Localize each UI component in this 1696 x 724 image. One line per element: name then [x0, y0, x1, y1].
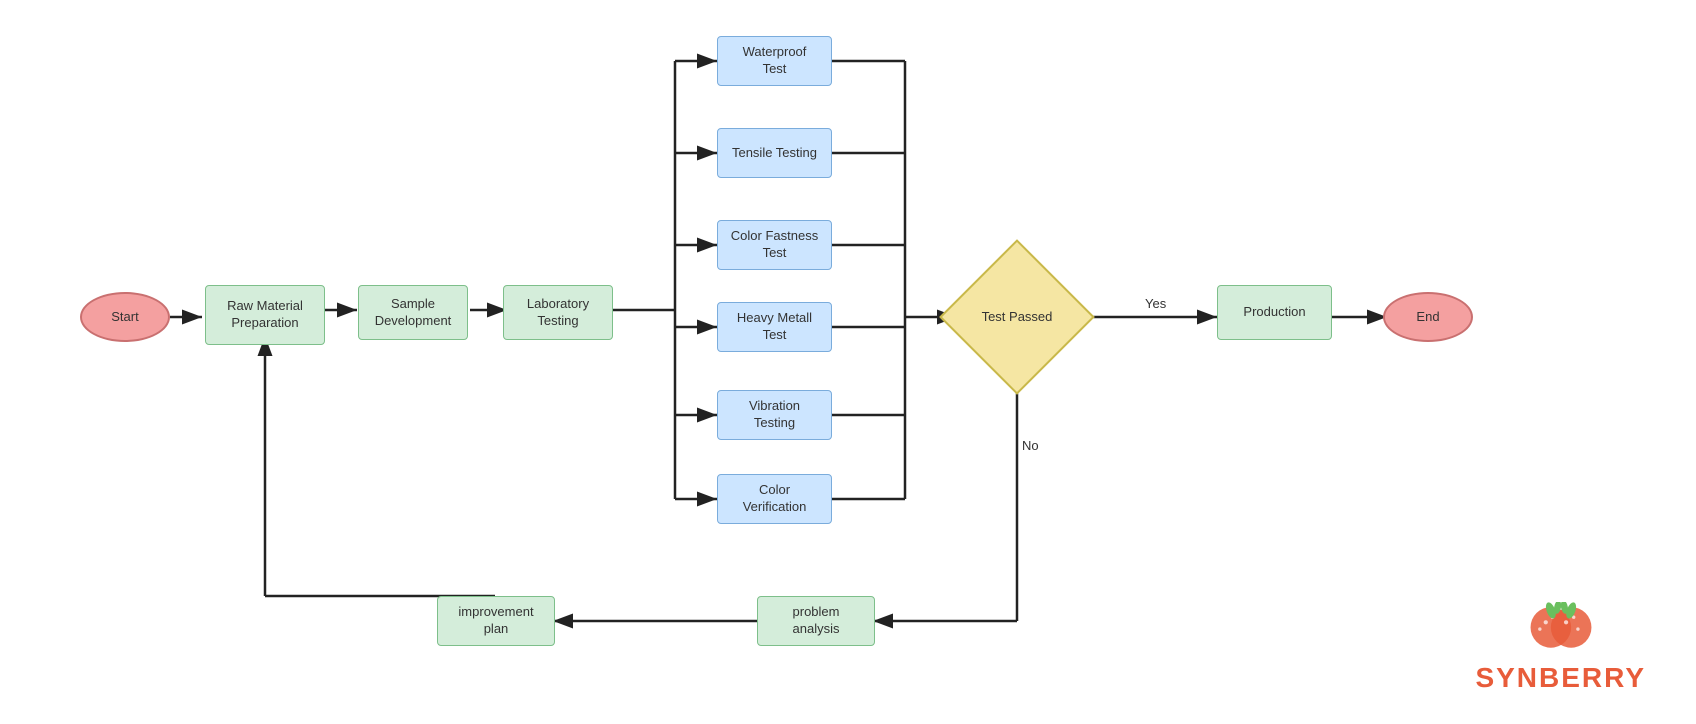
- start-node: Start: [80, 292, 170, 342]
- test-passed-label: Test Passed: [982, 309, 1053, 326]
- synberry-logo: SYNBERRY: [1475, 602, 1646, 694]
- improvement-plan-label: improvementplan: [458, 604, 533, 638]
- production-node: Production: [1217, 285, 1332, 340]
- lab-testing-node: LaboratoryTesting: [503, 285, 613, 340]
- color-verif-node: ColorVerification: [717, 474, 832, 524]
- sample-dev-label: SampleDevelopment: [375, 296, 452, 330]
- sample-dev-node: SampleDevelopment: [358, 285, 468, 340]
- waterproof-label: WaterproofTest: [743, 44, 807, 78]
- waterproof-node: WaterproofTest: [717, 36, 832, 86]
- tensile-label: Tensile Testing: [732, 145, 817, 162]
- problem-analysis-label: problemanalysis: [793, 604, 840, 638]
- heavy-metal-node: Heavy MetallTest: [717, 302, 832, 352]
- improvement-plan-node: improvementplan: [437, 596, 555, 646]
- color-fastness-node: Color FastnessTest: [717, 220, 832, 270]
- start-label: Start: [111, 309, 138, 326]
- raw-material-node: Raw MaterialPreparation: [205, 285, 325, 345]
- tensile-node: Tensile Testing: [717, 128, 832, 178]
- lab-testing-label: LaboratoryTesting: [527, 296, 589, 330]
- svg-text:Yes: Yes: [1145, 296, 1167, 311]
- problem-analysis-node: problemanalysis: [757, 596, 875, 646]
- color-verif-label: ColorVerification: [743, 482, 807, 516]
- production-label: Production: [1243, 304, 1305, 321]
- vibration-node: VibrationTesting: [717, 390, 832, 440]
- color-fastness-label: Color FastnessTest: [731, 228, 818, 262]
- svg-text:No: No: [1022, 438, 1039, 453]
- raw-material-label: Raw MaterialPreparation: [227, 298, 303, 332]
- synberry-icon: [1526, 602, 1596, 657]
- end-label: End: [1416, 309, 1439, 326]
- synberry-text: SYNBERRY: [1475, 662, 1646, 694]
- test-passed-node: Test Passed: [957, 262, 1077, 372]
- heavy-metal-label: Heavy MetallTest: [737, 310, 812, 344]
- vibration-label: VibrationTesting: [749, 398, 800, 432]
- end-node: End: [1383, 292, 1473, 342]
